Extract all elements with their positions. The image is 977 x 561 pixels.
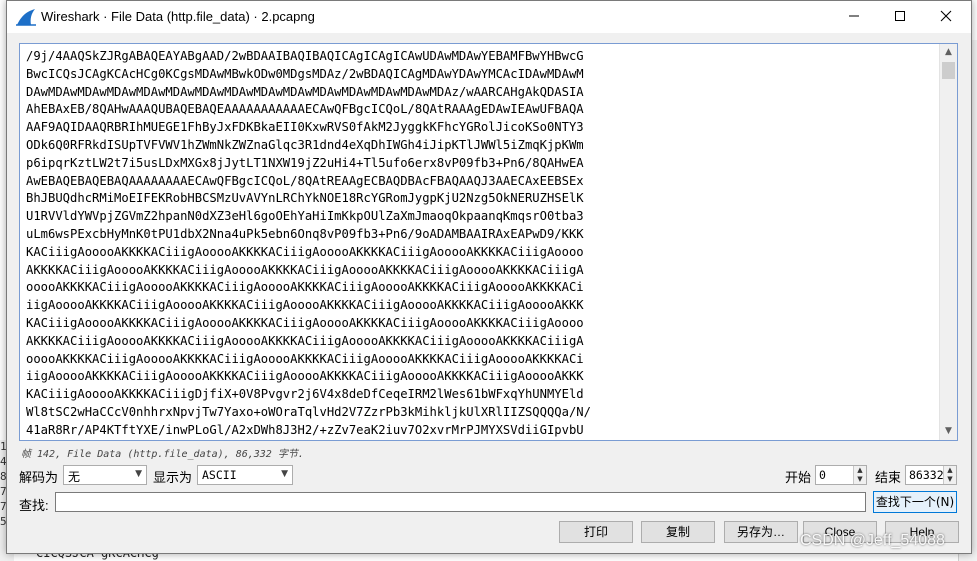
decode-as-label: 解码为 — [19, 470, 59, 485]
start-label: 开始 — [785, 470, 812, 485]
stream-line: /9j/4AAQSkZJRgABAQEAYABgAAD/2wBDAAIBAQIB… — [26, 49, 584, 63]
title-bar[interactable]: Wireshark · File Data (http.file_data) ·… — [7, 1, 971, 33]
stream-line: p6ipqrKztLW2t7i5usLDxMXGx8jJytLT1NXW19jZ… — [26, 155, 584, 170]
stream-line: AAF9AQIDAAQRBRIhMUEGE1FhByJxFDKBkaEII0Kx… — [26, 120, 584, 135]
end-label: 结束 — [875, 470, 902, 485]
stream-line: AKKKKACiiigAooooAKKKKACiiigAooooAKKKKACi… — [26, 333, 584, 348]
find-next-button[interactable]: 查找下一个(N) — [873, 491, 957, 513]
decode-as-select[interactable]: 无 ▼ — [63, 465, 147, 485]
end-value: 86332 — [909, 468, 944, 482]
maximize-button[interactable] — [877, 1, 923, 33]
decode-as-value: 无 — [68, 470, 81, 484]
scrollbar-thumb[interactable] — [942, 62, 955, 79]
chevron-down-icon: ▼ — [135, 469, 142, 479]
stream-line: DAwMDAwMDAwMDAwMDAwMDAwMDAwMDAwMDAwMDAwM… — [26, 84, 584, 99]
wireshark-fin-icon — [16, 9, 36, 26]
stream-line: Wl8tSC2wHaCCcV0nhhrxNpvjTw7Yaxo+oWOraTql… — [26, 404, 591, 419]
frame-info-text: 帧 142, File Data (http.file_data), 86,33… — [21, 449, 304, 460]
show-as-label: 显示为 — [153, 470, 193, 485]
stream-line: KACiiigAooooAKKKKACiiigDjfiX+0V8Pvgvr2j6… — [26, 387, 584, 402]
stream-line: KACiiigAooooAKKKKACiiigAooooAKKKKACiiigA… — [26, 244, 584, 259]
spin-up-icon[interactable]: ▲ — [943, 466, 956, 475]
text-vertical-scrollbar[interactable]: ▲ ▼ — [939, 44, 957, 440]
start-value: 0 — [819, 468, 826, 482]
scroll-up-arrow-icon[interactable]: ▲ — [940, 44, 957, 61]
minimize-button[interactable] — [831, 1, 877, 33]
stream-line: ODk6Q0RFRkdISUpTVFVWV1hZWmNkZWZnaGlqc3R1… — [26, 137, 584, 152]
stream-line: uLm6wsPExcbHyMnK0tPU1dbX2Nna4uPk5ebn6Onq… — [26, 226, 584, 241]
find-label: 查找: — [19, 498, 49, 513]
end-spinbox[interactable]: 86332 ▲ ▼ — [905, 465, 957, 485]
stream-text-view[interactable]: /9j/4AAQSkZJRgABAQEAYABgAAD/2wBDAAIBAQIB… — [19, 43, 958, 441]
stream-line: ooooAKKKKACiiigAooooAKKKKACiiigAooooAKKK… — [26, 351, 584, 366]
close-icon — [940, 10, 952, 22]
stream-line: iigAooooAKKKKACiiigAooooAKKKKACiiigAoooo… — [26, 369, 584, 384]
window-title: Wireshark · File Data (http.file_data) ·… — [41, 9, 315, 24]
stream-line: 41aR8Rr/AP4KTftYXE/inwPLoGl/A2xDWh8J3H2/… — [26, 422, 584, 437]
stream-line: AwEBAQEBAQEBAQAAAAAAAAECAwQFBgcICQoL/8QA… — [26, 173, 584, 188]
spin-down-icon[interactable]: ▼ — [853, 475, 866, 484]
csdn-watermark: CSDN @Jeff_54088 — [800, 532, 945, 549]
start-spinbox[interactable]: 0 ▲ ▼ — [815, 465, 867, 485]
stream-line: iigAooooAKKKKACiiigAooooAKKKKACiiigAoooo… — [26, 298, 584, 313]
stream-line: KACiiigAooooAKKKKACiiigAooooAKKKKACiiigA… — [26, 315, 584, 330]
close-window-button[interactable] — [923, 1, 969, 33]
show-as-select[interactable]: ASCII ▼ — [197, 465, 293, 485]
stream-line: AhEBAxEB/8QAHwAAAQUBAQEBAQEAAAAAAAAAAAEC… — [26, 102, 584, 117]
chevron-down-icon: ▼ — [281, 469, 288, 479]
stream-line: ooooAKKKKACiiigAooooAKKKKACiiigAooooAKKK… — [26, 280, 584, 295]
scroll-down-arrow-icon[interactable]: ▼ — [940, 423, 957, 440]
decode-display-row: 解码为 无 ▼ 显示为 ASCII ▼ 开始 0 ▲ ▼ 结束 86332 ▲ … — [7, 463, 971, 487]
stream-line: BwcICQsJCAgKCAcHCg0KCgsMDAwMBwkODw0MDgsM… — [26, 66, 584, 81]
save-as-button[interactable]: 另存为… — [724, 521, 798, 543]
maximize-icon — [895, 11, 905, 21]
find-row: 查找: 查找下一个(N) — [7, 491, 971, 515]
copy-button[interactable]: 复制 — [641, 521, 715, 543]
spin-up-icon[interactable]: ▲ — [853, 466, 866, 475]
find-input[interactable] — [55, 492, 866, 512]
stream-line: BhJBUQdhcRMiMoEIFEKRobHBCSMzUvAVYnLRChYk… — [26, 191, 584, 206]
stream-content[interactable]: /9j/4AAQSkZJRgABAQEAYABgAAD/2wBDAAIBAQIB… — [26, 48, 591, 440]
spin-down-icon[interactable]: ▼ — [943, 475, 956, 484]
print-button[interactable]: 打印 — [559, 521, 633, 543]
show-as-value: ASCII — [202, 468, 237, 482]
minimize-icon — [849, 15, 859, 17]
stream-line: AKKKKACiiigAooooAKKKKACiiigAooooAKKKKACi… — [26, 262, 584, 277]
stream-line: U1RVVldYWVpjZGVmZ2hpanN0dXZ3eHl6goOEhYaH… — [26, 209, 584, 224]
file-data-dialog: Wireshark · File Data (http.file_data) ·… — [6, 0, 972, 554]
